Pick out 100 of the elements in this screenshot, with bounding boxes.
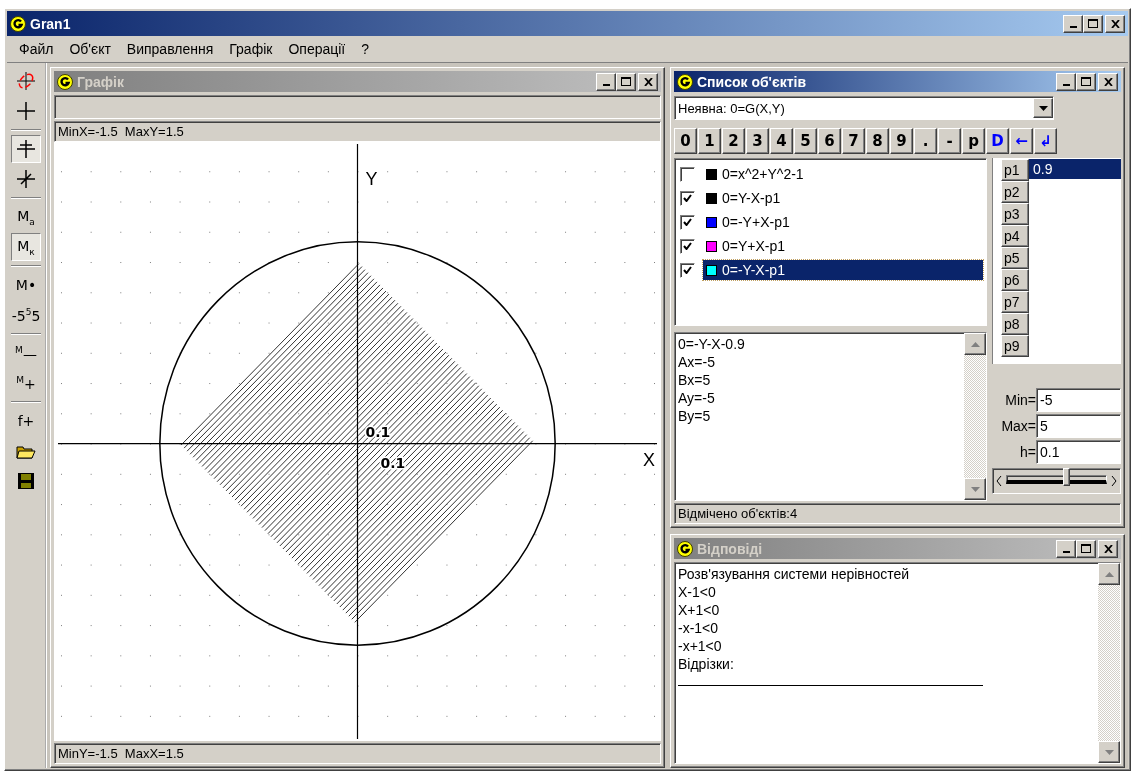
parameter-button[interactable]: p2 [1001,181,1029,203]
parameter-button[interactable]: p3 [1001,203,1029,225]
parameter-button[interactable]: p6 [1001,269,1029,291]
menu-item[interactable]: Операції [280,41,354,57]
parameter-button[interactable]: p1 [1001,159,1029,181]
minimize-button[interactable] [1056,539,1076,558]
key-button[interactable]: 1 [698,128,721,154]
maximize-icon [1088,19,1098,28]
dropdown-button[interactable] [1033,98,1053,118]
type-select[interactable]: Неявна: 0=G(X,Y) [674,96,1054,120]
object-item[interactable]: 0=-Y-X-p1 [703,260,983,280]
key-button[interactable]: 2 [722,128,745,154]
menu-item[interactable]: Виправлення [118,41,222,57]
scroll-up-button[interactable] [964,333,986,355]
checkmark-icon [683,194,692,202]
maximize-button[interactable] [1076,539,1096,558]
key-button[interactable]: - [938,128,961,154]
axis-label: Y [365,168,378,189]
input-field[interactable]: 5 [1036,414,1121,438]
down-arrow-icon [1104,749,1114,755]
checkmark-icon [683,266,692,274]
close-button[interactable] [1105,14,1125,33]
tool-button[interactable] [11,135,41,163]
info-line: Bx=5 [678,371,712,389]
info-line: 0=-Y-X-0.9 [678,335,746,353]
left-chevron-icon [996,476,1002,486]
object-item[interactable]: 0=Y-X-p1 [703,188,983,208]
scroll-down-button[interactable] [964,478,986,500]
input-field[interactable]: 0.1 [1036,440,1121,464]
key-button[interactable]: 6 [818,128,841,154]
parameter-button[interactable]: p5 [1001,247,1029,269]
status-bar: MinX=-1.5 MaxY=1.5 [54,121,661,142]
key-button[interactable]: ← [1010,128,1033,154]
tool-button[interactable]: -5$^{5}$5 [11,301,41,329]
parameter-value[interactable]: 0.9 [1029,159,1121,179]
key-button[interactable]: ↲ [1034,128,1057,154]
scroll-down-button[interactable] [1098,741,1120,763]
menu-item[interactable]: ? [353,41,378,57]
key-button[interactable]: 8 [866,128,889,154]
maximize-button[interactable] [1083,14,1103,33]
key-button[interactable]: 7 [842,128,865,154]
scrollbar[interactable] [964,333,986,500]
parameter-button[interactable]: p7 [1001,291,1029,313]
key-button[interactable]: p [962,128,985,154]
answer-line: -x+1<0 [678,637,723,655]
scrollbar[interactable] [1098,563,1120,763]
answer-line: -x-1<0 [678,619,720,637]
minimize-icon [1062,83,1070,86]
checkmark-icon [683,218,692,226]
parameter-button[interactable]: p8 [1001,313,1029,335]
tool-button[interactable]: $^{M}$— [11,339,41,367]
scroll-up-button[interactable] [1098,563,1120,585]
tool-button[interactable]: M• [11,271,41,299]
key-button[interactable]: 3 [746,128,769,154]
caret-icon [1038,105,1048,111]
key-button[interactable]: 5 [794,128,817,154]
minimize-button[interactable] [596,72,616,91]
key-button[interactable]: 4 [770,128,793,154]
app-logo-icon [57,73,73,90]
crosshair-icon [16,169,36,189]
object-item[interactable]: 0=Y+X-p1 [703,236,983,256]
maximize-icon [1081,544,1091,553]
info-line: Ax=-5 [678,353,716,371]
crosshair-icon [16,139,36,159]
status-bar: MinY=-1.5 MaxX=1.5 [54,743,661,764]
tool-button[interactable]: M$_{a}$ [11,203,41,231]
minimize-icon [1069,25,1077,28]
info-line: By=5 [678,407,712,425]
object-item[interactable]: 0=-Y+X-p1 [703,212,983,232]
parameter-slider[interactable] [992,468,1121,494]
input-field[interactable]: -5 [1036,388,1121,412]
close-button[interactable] [638,72,658,91]
window-title: Графік [77,73,124,90]
tool-button[interactable]: $^{M}$+ [11,369,41,397]
answer-line: X+1<0 [678,601,721,619]
maximize-button[interactable] [1076,72,1096,91]
up-arrow-icon [970,341,980,347]
axis-label: X [643,449,655,470]
menu-item[interactable]: Графік [221,41,281,57]
slider-thumb[interactable] [1063,467,1071,486]
object-item[interactable]: 0=x^2+Y^2-1 [703,164,983,184]
window-title: Gran1 [30,15,71,32]
close-button[interactable] [1098,539,1118,558]
menu-item[interactable]: Об'єкт [61,41,119,57]
maximize-icon [621,77,631,86]
key-button[interactable]: 0 [674,128,697,154]
minimize-button[interactable] [1063,14,1083,33]
tool-button[interactable]: M$_{к}$ [11,233,41,261]
parameter-button[interactable]: p9 [1001,335,1029,357]
close-button[interactable] [1098,72,1118,91]
key-button[interactable]: 9 [890,128,913,154]
maximize-button[interactable] [616,72,636,91]
tool-button[interactable]: f+ [11,407,41,435]
maximize-icon [1081,77,1091,86]
menu-item[interactable]: Файл [11,41,62,57]
checkmark-icon [683,242,692,250]
parameter-button[interactable]: p4 [1001,225,1029,247]
key-button[interactable]: D [986,128,1009,154]
minimize-button[interactable] [1056,72,1076,91]
key-button[interactable]: . [914,128,937,154]
